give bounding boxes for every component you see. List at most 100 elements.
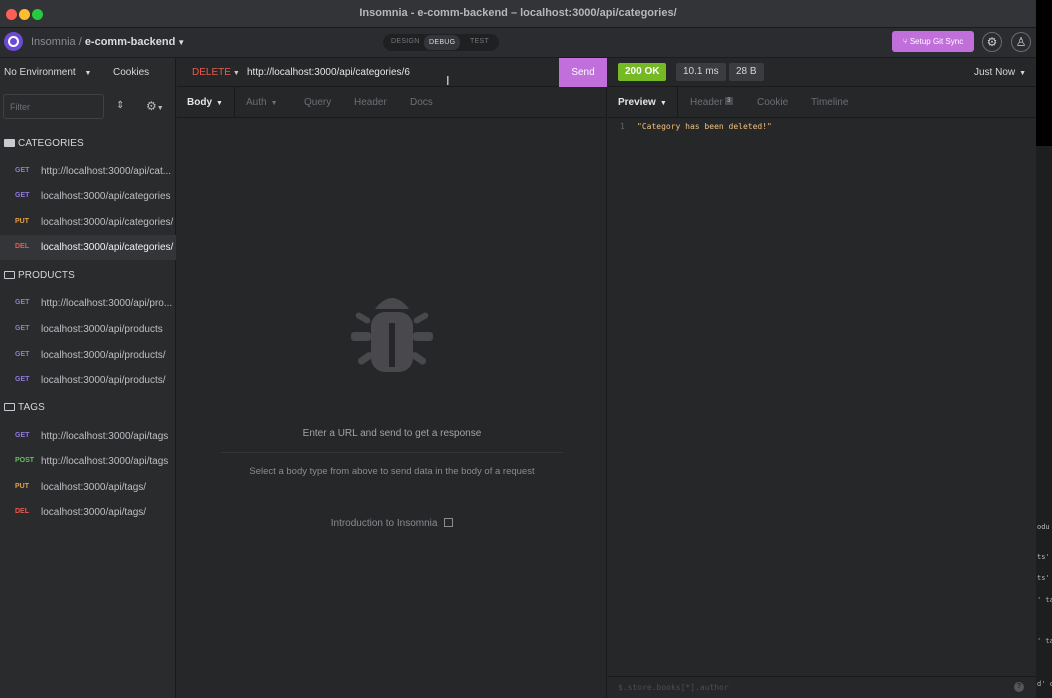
request-item[interactable]: DEL localhost:3000/api/tags/ bbox=[0, 500, 176, 525]
divider bbox=[221, 452, 563, 453]
request-url: localhost:3000/api/tags/ bbox=[41, 482, 147, 493]
request-url: http://localhost:3000/api/pro... bbox=[41, 298, 173, 309]
breadcrumb-separator: / bbox=[75, 36, 85, 48]
account-icon[interactable]: ♙ bbox=[1011, 32, 1031, 52]
request-item[interactable]: GET localhost:3000/api/products/ bbox=[0, 368, 176, 393]
tab-docs[interactable]: Docs bbox=[410, 97, 433, 108]
response-tabs: Preview ▼ Header 3 Cookie Timeline bbox=[608, 87, 1036, 118]
method-badge: PUT bbox=[15, 483, 29, 490]
window-title: Insomnia - e-comm-backend – localhost:30… bbox=[359, 7, 677, 19]
mode-switcher: DESIGN DEBUG TEST bbox=[383, 34, 499, 51]
filter-input[interactable]: Filter bbox=[3, 94, 104, 119]
method-badge: DEL bbox=[15, 243, 29, 250]
chevron-down-icon[interactable]: ▼ bbox=[177, 38, 185, 47]
help-icon[interactable]: ? bbox=[1014, 682, 1024, 692]
insomnia-window: Insomnia - e-comm-backend – localhost:30… bbox=[0, 0, 1036, 698]
tab-cookie[interactable]: Cookie bbox=[757, 97, 788, 108]
environment-row: No Environment ▼ Cookies bbox=[0, 58, 176, 87]
request-item[interactable]: PUT localhost:3000/api/tags/ bbox=[0, 475, 176, 500]
response-filter-input[interactable]: $.store.books[*].author bbox=[618, 683, 729, 692]
folder-icon bbox=[4, 271, 15, 279]
folder-tags[interactable]: TAGS bbox=[4, 402, 45, 413]
sort-icon[interactable]: ⇕ bbox=[116, 100, 124, 111]
tab-divider bbox=[677, 87, 678, 118]
mode-debug[interactable]: DEBUG bbox=[424, 35, 461, 50]
url-input[interactable]: http://localhost:3000/api/categories/6 bbox=[247, 67, 410, 78]
method-badge: GET bbox=[15, 325, 30, 332]
request-item[interactable]: GET localhost:3000/api/categories bbox=[0, 184, 176, 209]
chevron-down-icon: ▼ bbox=[232, 70, 240, 77]
background-text: ts' bbox=[1037, 574, 1050, 582]
environment-label: No Environment bbox=[4, 67, 76, 78]
method-badge: POST bbox=[15, 457, 35, 464]
folder-categories[interactable]: CATEGORIES bbox=[4, 138, 84, 149]
folder-products[interactable]: PRODUCTS bbox=[4, 270, 75, 281]
breadcrumb[interactable]: Insomnia / e-comm-backend ▼ bbox=[31, 36, 185, 48]
empty-state-subtitle: Select a body type from above to send da… bbox=[249, 466, 535, 477]
request-url: localhost:3000/api/categories bbox=[41, 191, 171, 202]
chevron-down-icon: ▼ bbox=[84, 70, 92, 77]
top-bar: Insomnia / e-comm-backend ▼ DESIGN DEBUG … bbox=[0, 28, 1036, 58]
tab-label: Body bbox=[187, 97, 212, 108]
setup-git-sync-button[interactable]: ⑂ Setup Git Sync bbox=[892, 31, 974, 52]
tab-divider bbox=[234, 87, 235, 118]
response-time-badge: 10.1 ms bbox=[676, 63, 726, 81]
chevron-down-icon: ▼ bbox=[1019, 70, 1027, 77]
introduction-link[interactable]: Introduction to Insomnia bbox=[177, 518, 607, 529]
response-size-badge: 28 B bbox=[729, 63, 764, 81]
sidebar-settings-gear-icon[interactable]: ⚙▼ bbox=[146, 99, 164, 113]
request-item[interactable]: GET localhost:3000/api/products bbox=[0, 317, 176, 342]
request-item[interactable]: PUT localhost:3000/api/categories/ bbox=[0, 210, 176, 235]
request-url: localhost:3000/api/products/ bbox=[41, 375, 166, 386]
settings-gear-icon[interactable]: ⚙ bbox=[982, 32, 1002, 52]
breadcrumb-app-name[interactable]: Insomnia bbox=[31, 36, 76, 48]
response-status-bar: 200 OK 10.1 ms 28 B Just Now ▼ bbox=[608, 58, 1036, 87]
request-item[interactable]: GET http://localhost:3000/api/pro... bbox=[0, 291, 176, 316]
request-url: localhost:3000/api/tags/ bbox=[41, 507, 147, 518]
status-badge: 200 OK bbox=[618, 63, 667, 81]
tab-auth[interactable]: Auth ▼ bbox=[246, 97, 278, 108]
response-history-dropdown[interactable]: Just Now ▼ bbox=[974, 67, 1026, 78]
breadcrumb-workspace[interactable]: e-comm-backend bbox=[85, 36, 175, 48]
method-selector[interactable]: DELETE ▼ bbox=[192, 67, 240, 78]
request-tabs: Body ▼ Auth ▼ Query Header Docs bbox=[177, 87, 607, 118]
background-text: ts' bbox=[1037, 553, 1050, 561]
method-badge: GET bbox=[15, 167, 30, 174]
background-text: d' c bbox=[1037, 680, 1052, 688]
cookies-button[interactable]: Cookies bbox=[113, 67, 149, 78]
send-button[interactable]: Send bbox=[559, 58, 607, 87]
method-badge: PUT bbox=[15, 218, 29, 225]
method-label: DELETE bbox=[192, 67, 231, 78]
title-bar: Insomnia - e-comm-backend – localhost:30… bbox=[0, 0, 1036, 28]
mode-test[interactable]: TEST bbox=[470, 38, 489, 45]
request-item[interactable]: GET http://localhost:3000/api/tags bbox=[0, 424, 176, 449]
background-text: ' ta bbox=[1037, 596, 1052, 604]
timestamp: Just Now bbox=[974, 67, 1016, 78]
tab-timeline[interactable]: Timeline bbox=[811, 97, 848, 108]
tab-preview[interactable]: Preview ▼ bbox=[618, 97, 667, 108]
method-badge: GET bbox=[15, 432, 30, 439]
url-bar: DELETE ▼ http://localhost:3000/api/catego… bbox=[177, 58, 607, 88]
intro-link-label: Introduction to Insomnia bbox=[330, 518, 438, 529]
tab-label: Header bbox=[690, 97, 723, 108]
tab-header[interactable]: Header bbox=[354, 97, 387, 108]
insomnia-logo-icon[interactable] bbox=[4, 32, 23, 51]
chevron-down-icon: ▼ bbox=[270, 100, 278, 107]
environment-selector[interactable]: No Environment ▼ bbox=[4, 67, 91, 78]
request-item[interactable]: GET http://localhost:3000/api/cat... bbox=[0, 159, 176, 184]
response-filter-bar: $.store.books[*].author ? bbox=[608, 676, 1036, 698]
sidebar: No Environment ▼ Cookies Filter ⇕ ⚙▼ CAT… bbox=[0, 58, 176, 698]
method-badge: GET bbox=[15, 192, 30, 199]
tab-body[interactable]: Body ▼ bbox=[187, 97, 223, 108]
chevron-down-icon: ▼ bbox=[216, 100, 223, 107]
chevron-down-icon: ▼ bbox=[659, 100, 667, 107]
method-badge: GET bbox=[15, 299, 30, 306]
request-item[interactable]: POST http://localhost:3000/api/tags bbox=[0, 449, 176, 474]
request-item[interactable]: GET localhost:3000/api/products/ bbox=[0, 343, 176, 368]
tab-query[interactable]: Query bbox=[304, 97, 331, 108]
tab-response-header[interactable]: Header 3 bbox=[690, 97, 733, 108]
request-item-active[interactable]: DEL localhost:3000/api/categories/ bbox=[0, 235, 176, 260]
mode-design[interactable]: DESIGN bbox=[391, 38, 420, 45]
text-cursor-icon: I bbox=[446, 73, 450, 88]
response-body-text[interactable]: "Category has been deleted!" bbox=[637, 122, 772, 131]
